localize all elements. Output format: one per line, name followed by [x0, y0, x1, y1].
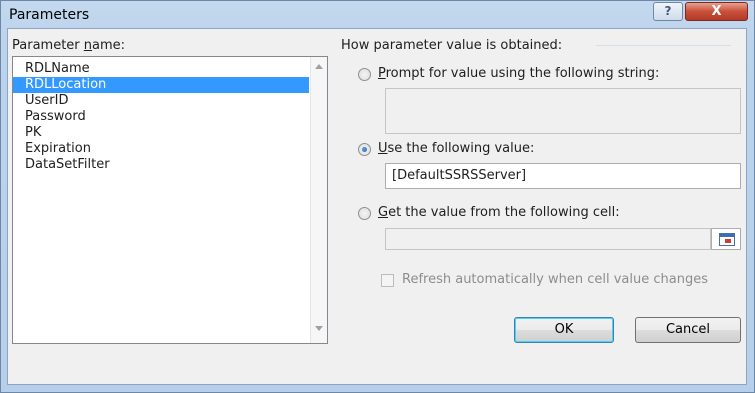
range-select-icon — [719, 233, 735, 246]
group-separator — [596, 45, 731, 46]
parameter-list-item[interactable]: Password — [13, 109, 309, 125]
use-value-radio-label[interactable]: Use the following value: — [378, 141, 534, 156]
cell-reference-input[interactable] — [385, 228, 711, 250]
parameter-list-item[interactable]: Expiration — [13, 141, 309, 157]
collapse-dialog-button[interactable] — [711, 228, 741, 250]
prompt-string-input[interactable] — [385, 88, 741, 134]
close-button[interactable]: X — [685, 2, 748, 21]
prompt-radio-label[interactable]: Prompt for value using the following str… — [378, 66, 659, 81]
scroll-down-icon[interactable] — [315, 326, 323, 331]
help-button[interactable]: ? — [653, 2, 683, 21]
parameter-list-item[interactable]: UserID — [13, 93, 309, 109]
refresh-checkbox[interactable] — [381, 274, 394, 287]
from-cell-radio[interactable] — [358, 207, 371, 220]
prompt-radio[interactable] — [358, 68, 371, 81]
refresh-checkbox-label: Refresh automatically when cell value ch… — [402, 272, 708, 287]
use-value-input[interactable]: [DefaultSSRSServer] — [385, 163, 741, 189]
cancel-button[interactable]: Cancel — [635, 317, 741, 343]
how-obtained-label: How parameter value is obtained: — [341, 38, 563, 53]
parameter-list-item[interactable]: RDLName — [13, 61, 309, 77]
parameter-list-scrollbar[interactable] — [310, 57, 327, 343]
from-cell-radio-label[interactable]: Get the value from the following cell: — [378, 205, 620, 220]
use-value-radio[interactable] — [358, 143, 371, 156]
title-bar[interactable]: Parameters ? X — [1, 1, 754, 29]
parameter-list-items: RDLName RDLLocation UserID Password PK Expira… — [13, 61, 309, 173]
parameter-list-item[interactable]: RDLLocation — [13, 77, 309, 93]
parameter-list-item[interactable]: DataSetFilter — [13, 157, 309, 173]
parameter-name-label: Parameter name: — [12, 38, 126, 53]
close-icon: X — [711, 4, 722, 19]
ok-button[interactable]: OK — [514, 317, 614, 343]
window-title: Parameters — [9, 7, 90, 23]
scroll-up-icon[interactable] — [315, 64, 323, 69]
parameter-list-item[interactable]: PK — [13, 125, 309, 141]
help-icon: ? — [664, 4, 672, 18]
parameter-list[interactable]: RDLName RDLLocation UserID Password PK Expira… — [12, 56, 328, 344]
